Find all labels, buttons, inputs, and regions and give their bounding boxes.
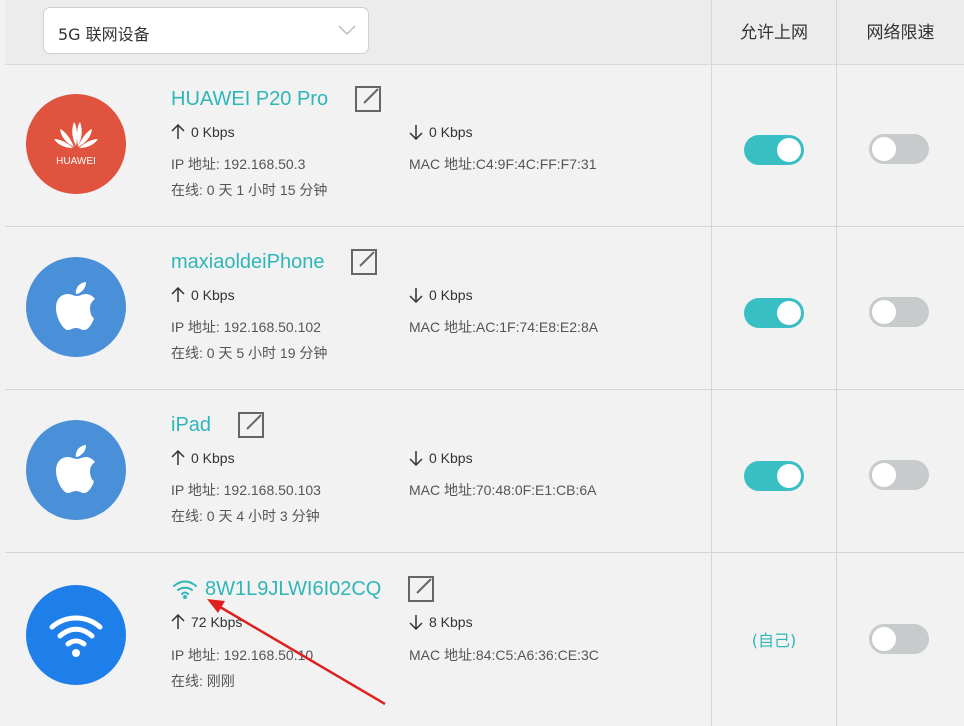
- arrow-down-icon: [409, 451, 423, 466]
- device-name[interactable]: iPad: [171, 414, 211, 437]
- online-duration: 在线: 0 天 5 小时 19 分钟: [171, 345, 328, 361]
- table-header: 5G 联网设备 允许上网 网络限速: [5, 0, 964, 65]
- mac-address: MAC 地址:AC:1F:74:E8:E2:8A: [409, 319, 599, 335]
- apple-logo-icon: [26, 257, 126, 357]
- upload-speed: 0 Kbps: [191, 450, 235, 466]
- edit-icon[interactable]: [407, 575, 435, 603]
- ip-address: IP 地址: 192.168.50.102: [171, 319, 321, 335]
- column-divider: [711, 0, 712, 726]
- download-speed: 0 Kbps: [429, 124, 473, 140]
- arrow-down-icon: [409, 615, 423, 630]
- edit-icon[interactable]: [350, 248, 378, 276]
- self-device-label: (自己): [751, 631, 797, 650]
- speed-limit-toggle[interactable]: [869, 297, 929, 327]
- speed-limit-toggle[interactable]: [869, 624, 929, 654]
- apple-logo-icon: [26, 420, 126, 520]
- allow-internet-toggle[interactable]: [744, 461, 804, 491]
- upload-speed: 72 Kbps: [191, 614, 243, 630]
- device-row: maxiaoldeiPhone 0 Kbps 0 Kbps IP 地址: 192…: [5, 227, 964, 390]
- arrow-down-icon: [409, 288, 423, 303]
- online-duration: 在线: 0 天 1 小时 15 分钟: [171, 182, 328, 198]
- wifi-logo-icon: [26, 585, 126, 685]
- download-speed: 0 Kbps: [429, 287, 473, 303]
- edit-icon[interactable]: [237, 411, 265, 439]
- edit-icon[interactable]: [354, 85, 382, 113]
- device-row: 8W1L9JLWI6I02CQ 72 Kbps 8 Kbps IP 地址: 19…: [5, 553, 964, 726]
- allow-internet-toggle[interactable]: [744, 135, 804, 165]
- allow-internet-toggle[interactable]: [744, 298, 804, 328]
- mac-address: MAC 地址:84:C5:A6:36:CE:3C: [409, 647, 599, 663]
- device-filter-dropdown[interactable]: 5G 联网设备: [43, 7, 369, 54]
- device-list-page: 5G 联网设备 允许上网 网络限速 HUAWEI HUAWEI P20 Pro: [5, 0, 964, 726]
- speed-limit-toggle[interactable]: [869, 460, 929, 490]
- arrow-up-icon: [171, 124, 185, 139]
- dropdown-selected-value: 5G 联网设备: [58, 25, 150, 44]
- download-speed: 8 Kbps: [429, 614, 473, 630]
- column-header-allow: 允许上网: [740, 23, 808, 43]
- device-row: HUAWEI HUAWEI P20 Pro 0 Kbps 0 Kbps IP 地…: [5, 64, 964, 227]
- ip-address: IP 地址: 192.168.50.3: [171, 156, 306, 172]
- device-row: iPad 0 Kbps 0 Kbps IP 地址: 192.168.50.103…: [5, 390, 964, 553]
- chevron-down-icon: [338, 25, 356, 36]
- arrow-up-icon: [171, 614, 185, 629]
- ip-address: IP 地址: 192.168.50.10: [171, 647, 314, 663]
- svg-text:HUAWEI: HUAWEI: [56, 156, 96, 167]
- mac-address: MAC 地址:70:48:0F:E1:CB:6A: [409, 482, 597, 498]
- arrow-up-icon: [171, 450, 185, 465]
- arrow-up-icon: [171, 287, 185, 302]
- upload-speed: 0 Kbps: [191, 124, 235, 140]
- device-name[interactable]: maxiaoldeiPhone: [171, 251, 324, 274]
- online-duration: 在线: 0 天 4 小时 3 分钟: [171, 508, 320, 524]
- arrow-down-icon: [409, 125, 423, 140]
- mac-address: MAC 地址:C4:9F:4C:FF:F7:31: [409, 156, 597, 172]
- device-name[interactable]: 8W1L9JLWI6I02CQ: [205, 578, 381, 601]
- wifi-signal-icon: [173, 580, 197, 599]
- upload-speed: 0 Kbps: [191, 287, 235, 303]
- column-header-limit: 网络限速: [866, 23, 935, 43]
- download-speed: 0 Kbps: [429, 450, 473, 466]
- ip-address: IP 地址: 192.168.50.103: [171, 482, 321, 498]
- device-name[interactable]: HUAWEI P20 Pro: [171, 88, 328, 111]
- online-duration: 在线: 刚刚: [171, 673, 235, 689]
- speed-limit-toggle[interactable]: [869, 134, 929, 164]
- column-divider: [836, 0, 837, 726]
- huawei-logo-icon: HUAWEI: [26, 94, 126, 194]
